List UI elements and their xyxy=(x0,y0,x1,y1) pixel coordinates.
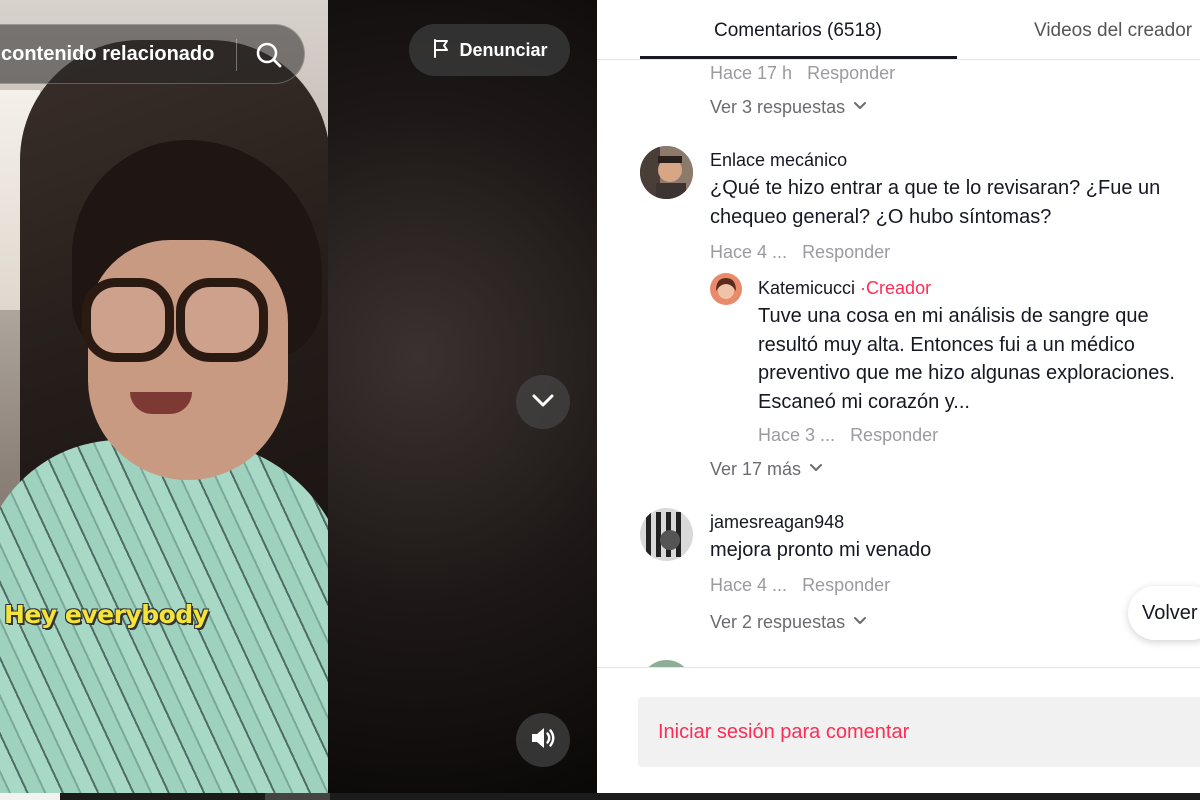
video-scene-glasses-right xyxy=(176,278,268,362)
tab-active-underline xyxy=(640,56,957,59)
volume-icon xyxy=(528,723,558,758)
avatar[interactable] xyxy=(710,273,742,305)
comment-time: Hace 4 ... xyxy=(710,242,788,262)
comment-time: Hace 3 ... xyxy=(758,425,836,445)
view-replies-label: Ver 17 más xyxy=(710,459,802,479)
volume-button[interactable] xyxy=(516,713,570,767)
comment-list[interactable]: Hace 17 h Responder Ver 3 respuestas Enl… xyxy=(597,60,1200,667)
reply-link[interactable]: Responder xyxy=(807,63,895,83)
creator-badge: ·Creador xyxy=(860,278,932,298)
panel-tabs: Comentarios (6518) Videos del creador xyxy=(597,0,1200,60)
tab-comments[interactable]: Comentarios (6518) xyxy=(714,20,882,42)
comment-meta: Hace 17 h Responder xyxy=(710,63,895,84)
view-replies-label: Ver 3 respuestas xyxy=(710,97,846,117)
video-player[interactable]: Hey everybody contenido relacionado Denu… xyxy=(0,0,597,793)
back-to-top-label: Volver xyxy=(1142,601,1198,624)
avatar[interactable] xyxy=(640,660,693,667)
comment-username[interactable]: jamesreagan948 xyxy=(710,512,844,533)
avatar[interactable] xyxy=(640,508,693,561)
avatar[interactable] xyxy=(640,146,693,199)
reply-link[interactable]: Responder xyxy=(850,425,938,445)
comment-time: Hace 4 ... xyxy=(710,575,788,595)
video-frame[interactable]: Hey everybody xyxy=(0,0,328,793)
video-scene-glasses-left xyxy=(82,278,174,362)
comment-meta: Hace 4 ... Responder xyxy=(710,242,890,263)
comment-footer: Iniciar sesión para comentar xyxy=(597,667,1200,793)
comment-meta: Hace 3 ... Responder xyxy=(758,425,938,446)
video-progress-buffer xyxy=(265,793,330,800)
view-replies-label: Ver 2 respuestas xyxy=(710,612,846,632)
search-icon[interactable] xyxy=(253,39,285,71)
comment-time: Hace 17 h xyxy=(710,63,793,83)
reply-link[interactable]: Responder xyxy=(802,575,890,595)
view-replies-link[interactable]: Ver 3 respuestas xyxy=(710,97,867,118)
tab-creator-videos[interactable]: Videos del creador xyxy=(1034,20,1192,42)
report-button[interactable]: Denunciar xyxy=(409,24,570,76)
comment-meta: Hace 4 ... Responder xyxy=(710,575,890,596)
video-subtitle: Hey everybody xyxy=(4,600,209,629)
related-content-search[interactable]: contenido relacionado xyxy=(0,24,305,84)
comments-panel: Comentarios (6518) Videos del creador Ha… xyxy=(597,0,1200,793)
report-label: Denunciar xyxy=(459,39,548,60)
flag-icon xyxy=(431,38,451,63)
chevron-down-icon xyxy=(853,612,867,633)
view-more-replies-link[interactable]: Ver 17 más xyxy=(710,459,823,480)
chevron-down-icon xyxy=(529,386,557,419)
view-replies-link[interactable]: Ver 2 respuestas xyxy=(710,612,867,633)
comment-text: ¿Qué te hizo entrar a que te lo revisara… xyxy=(710,177,1161,228)
related-content-search-text: contenido relacionado xyxy=(1,42,215,65)
chevron-down-icon xyxy=(809,459,823,480)
next-video-button[interactable] xyxy=(516,375,570,429)
chevron-down-icon xyxy=(853,97,867,118)
comment-text: Tuve una cosa en mi análisis de sangre q… xyxy=(758,305,1175,413)
comment-text: mejora pronto mi venado xyxy=(710,539,932,561)
login-to-comment-button[interactable]: Iniciar sesión para comentar xyxy=(638,697,1200,767)
search-divider xyxy=(236,39,237,71)
comment-username[interactable]: Enlace mecánico xyxy=(710,150,847,171)
login-to-comment-label: Iniciar sesión para comentar xyxy=(658,720,910,743)
creator-reply-header: Katemicucci ·Creador xyxy=(758,278,931,299)
back-to-top-button[interactable]: Volver xyxy=(1128,586,1200,640)
video-progress-fill xyxy=(0,793,60,800)
reply-link[interactable]: Responder xyxy=(802,242,890,262)
comment-username[interactable]: Katemicucci xyxy=(758,278,855,298)
video-progress-bar[interactable] xyxy=(0,793,1200,800)
